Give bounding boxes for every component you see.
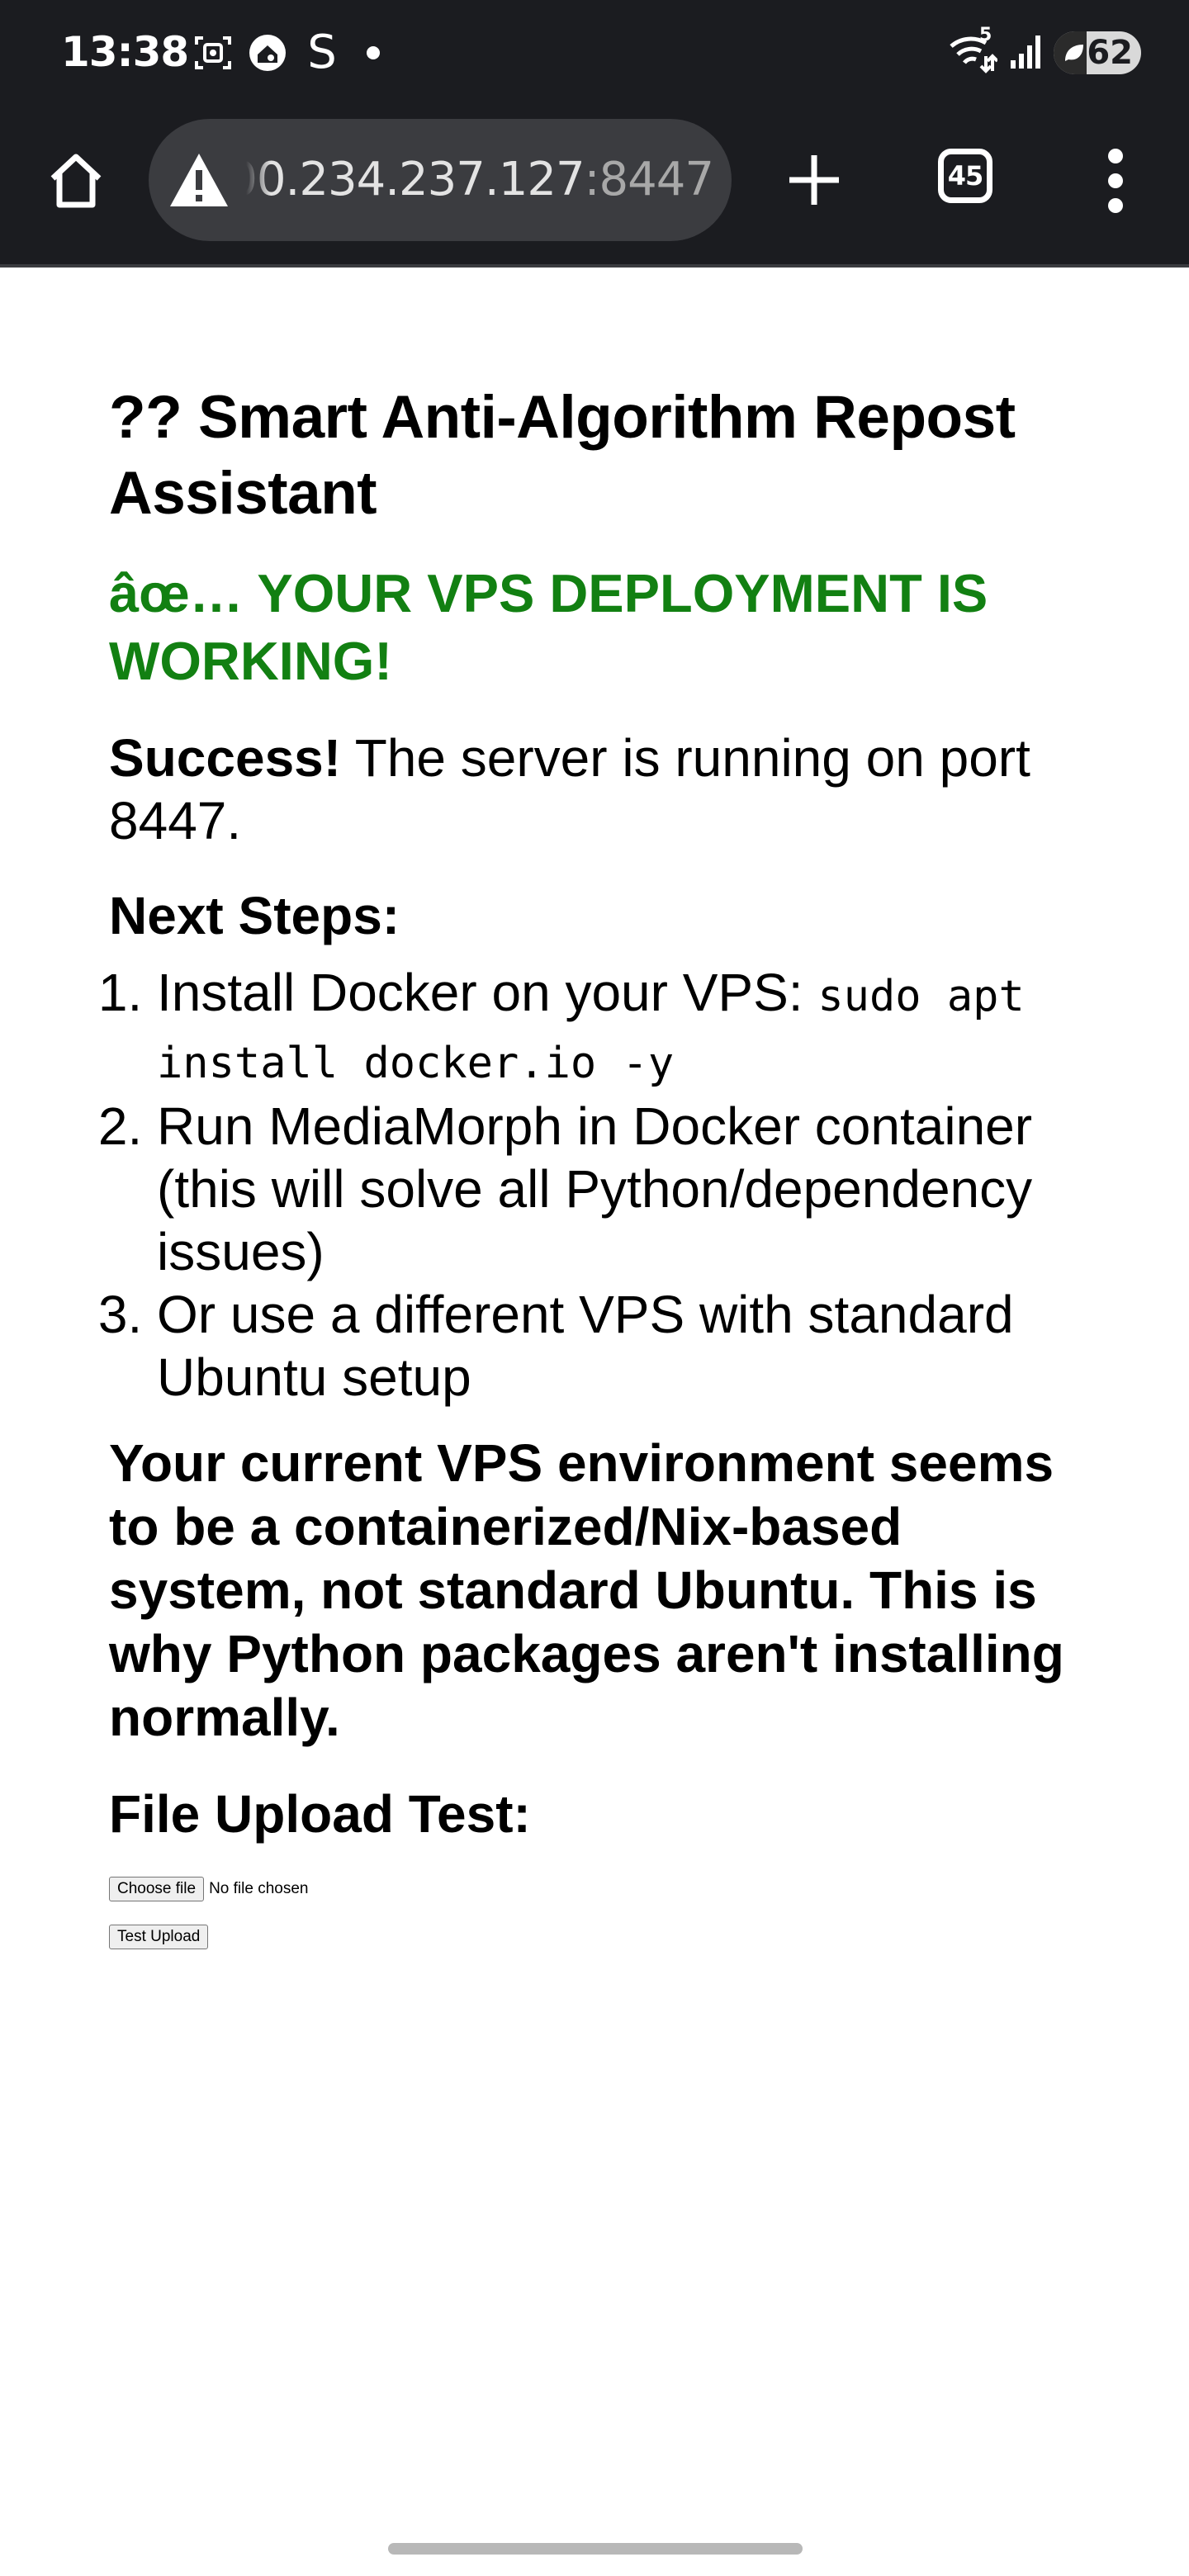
deployment-status-heading: âœ… YOUR VPS DEPLOYMENT IS WORKING! [109, 563, 988, 691]
next-steps-heading: Next Steps: [109, 886, 400, 945]
upload-test-heading: File Upload Test: [109, 1784, 531, 1844]
address-bar[interactable]: 200.234.237.127:8447 [149, 119, 732, 241]
signal-icon [1009, 32, 1042, 74]
success-label: Success! [109, 728, 342, 788]
wifi-badge: 5 [979, 25, 992, 45]
new-tab-button[interactable] [778, 144, 850, 216]
browser-toolbar: 200.234.237.127:8447 45 [0, 116, 1189, 248]
notification-icons: S [192, 30, 380, 76]
gesture-navigation-bar[interactable] [388, 2543, 803, 2555]
not-secure-warning-icon[interactable] [168, 152, 230, 208]
list-item: Or use a different VPS with standard Ubu… [157, 1283, 1100, 1409]
url-text[interactable]: 200.234.237.127:8447 [246, 147, 713, 213]
next-steps-list: Install Docker on your VPS: sudo apt ins… [109, 961, 1100, 1409]
battery-saver-leaf-icon [1065, 45, 1083, 61]
choose-file-button[interactable]: Choose file [109, 1877, 205, 1901]
page-title: ?? Smart Anti-Algorithm Repost Assistant [109, 384, 1016, 527]
status-time: 13:38 [61, 28, 189, 76]
page-content: ?? Smart Anti-Algorithm Repost Assistant… [109, 380, 1100, 1949]
no-file-text: No file chosen [209, 1880, 309, 1897]
tab-switcher-button[interactable]: 45 [938, 149, 992, 203]
s-app-icon: S [307, 26, 337, 79]
list-item: Install Docker on your VPS: sudo apt ins… [157, 961, 1100, 1095]
screenshot-icon [192, 30, 234, 76]
server-status-line: Success! The server is running on port 8… [109, 727, 1100, 852]
tab-count: 45 [947, 160, 984, 192]
battery-indicator: 62 [1054, 31, 1141, 74]
environment-note: Your current VPS environment seems to be… [109, 1433, 1064, 1747]
more-options-icon[interactable] [1095, 144, 1136, 218]
file-input[interactable]: Choose file No file chosen [109, 1877, 1100, 1901]
status-bar: 13:38 S 5 62 [0, 0, 1189, 107]
browser-chrome: 13:38 S 5 62 0.234.237.127:8447 45 [0, 0, 1189, 268]
home-button[interactable] [43, 147, 109, 213]
wifi-icon: 5 [948, 25, 999, 74]
list-item: Run MediaMorph in Docker container (this… [157, 1095, 1100, 1283]
plus-icon [789, 155, 839, 205]
system-icons: 5 62 [948, 25, 1141, 74]
step-1-text: Install Docker on your VPS: [157, 963, 818, 1022]
home-cast-icon [246, 30, 289, 76]
more-notifications-dot [367, 46, 380, 59]
test-upload-button[interactable]: Test Upload [109, 1925, 209, 1949]
battery-percent: 62 [1087, 34, 1133, 72]
url-host: 200.234.237.127 [246, 153, 585, 206]
url-port: :8447 [584, 153, 713, 206]
home-icon [50, 154, 102, 208]
